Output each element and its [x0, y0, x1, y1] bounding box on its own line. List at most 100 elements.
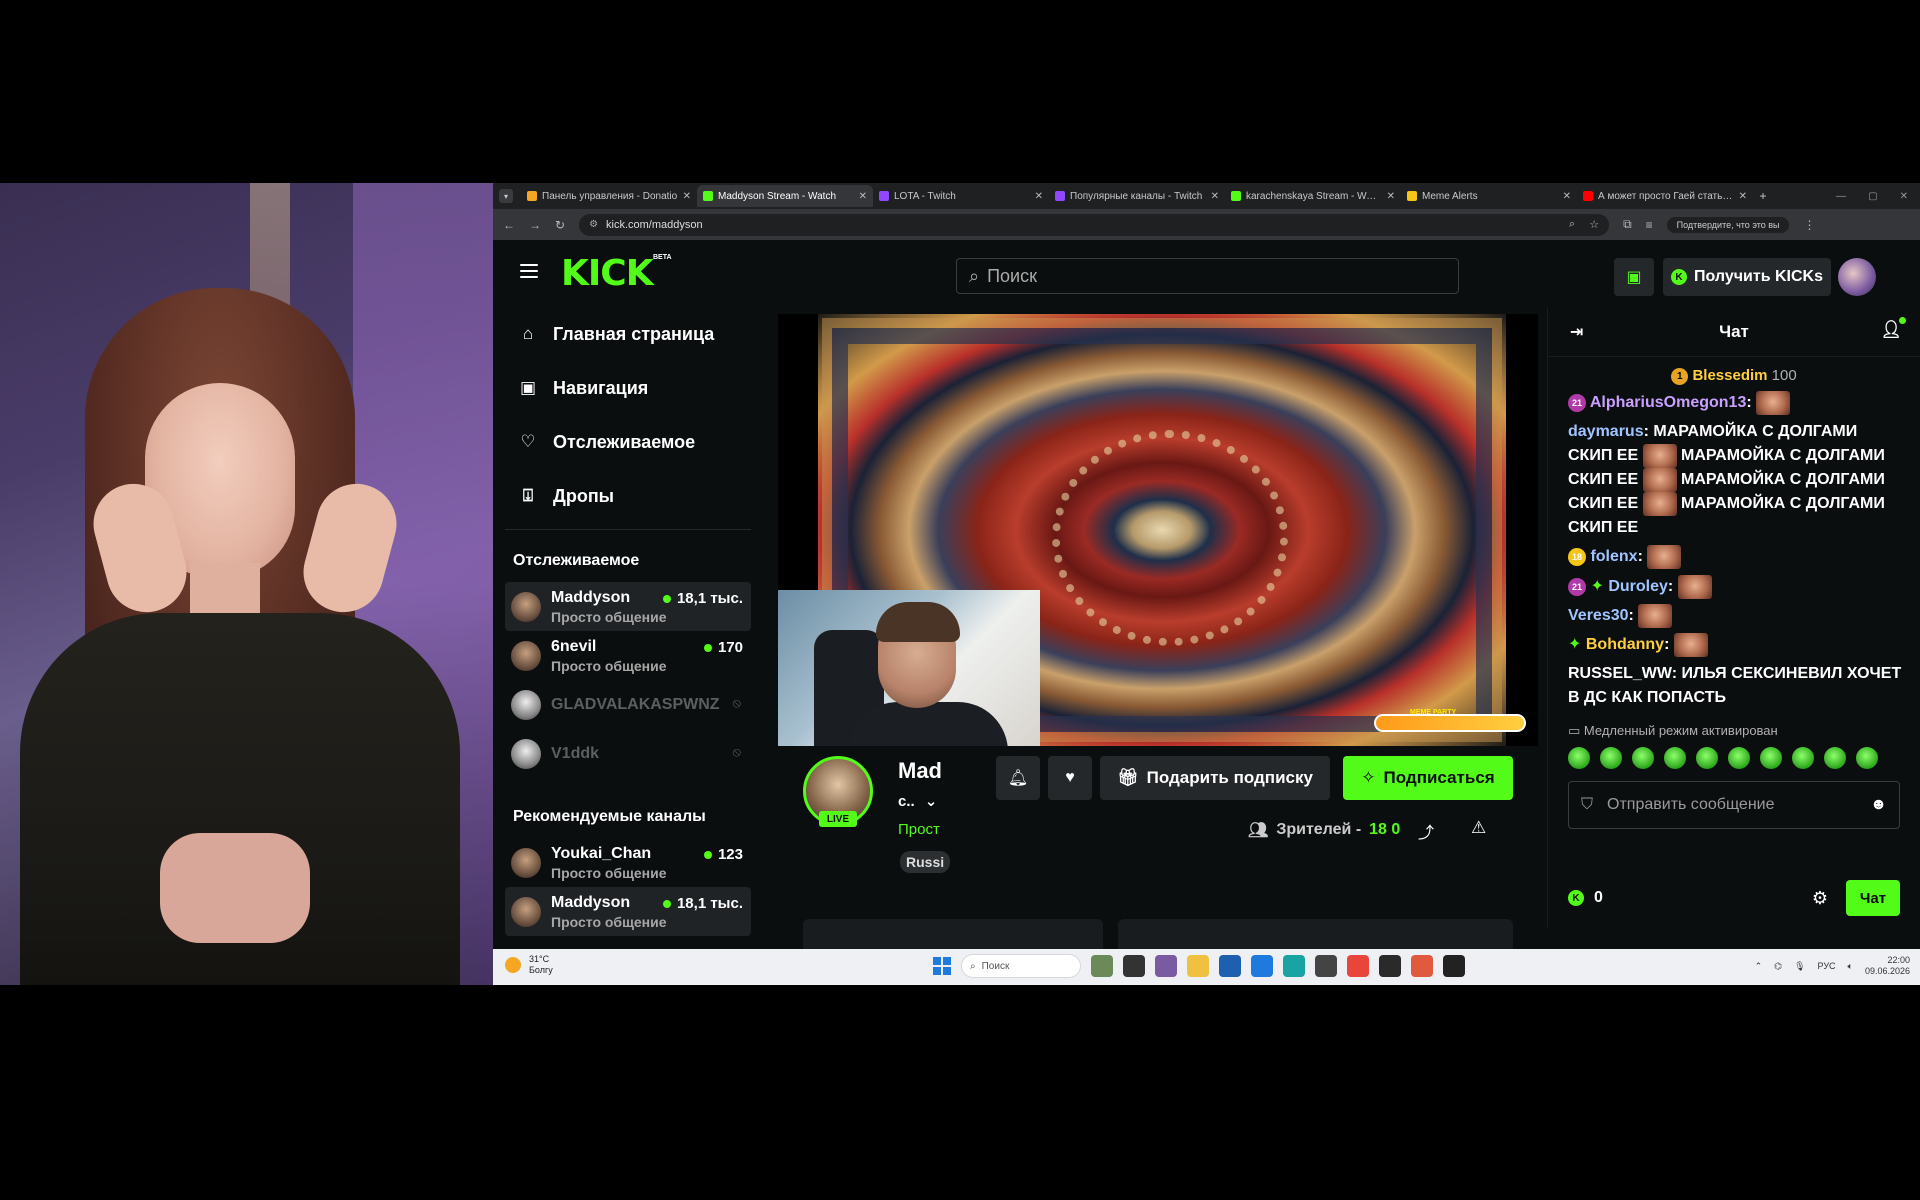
browser-tab[interactable]: karachenskaya Stream - Watch ✕: [1225, 185, 1401, 207]
new-tab-button[interactable]: +: [1753, 189, 1773, 203]
quick-emote-icon[interactable]: [1760, 747, 1782, 770]
url-field[interactable]: ⚙ kick.com/maddyson ⌕ ☆: [579, 213, 1610, 236]
quick-emote-icon[interactable]: [1728, 747, 1750, 770]
tab-close-icon[interactable]: ✕: [1387, 191, 1395, 202]
explorer-app-icon[interactable]: [1187, 955, 1209, 977]
quick-emote-icon[interactable]: [1856, 747, 1878, 770]
outlook-app-icon[interactable]: [1251, 955, 1273, 977]
kick-logo[interactable]: KICK: [561, 256, 654, 292]
extensions-icon[interactable]: ⧉: [1623, 217, 1632, 232]
get-kicks-button[interactable]: K Получить KICKs: [1663, 258, 1831, 296]
chat-username[interactable]: AlphariusOmegon13: [1590, 394, 1746, 411]
chevron-down-icon[interactable]: ⌄: [925, 792, 938, 810]
clock[interactable]: 22:00 09.06.2026: [1865, 955, 1910, 977]
sidebar-nav-item[interactable]: ⍗ Дропы: [518, 469, 763, 523]
bookmark-icon[interactable]: ☆: [1589, 218, 1599, 231]
gear-icon[interactable]: ⚙: [1812, 888, 1828, 909]
notifications-button[interactable]: 🔔︎: [996, 756, 1040, 800]
tab-close-icon[interactable]: ✕: [683, 191, 691, 202]
pinned-user[interactable]: Blessedim: [1692, 367, 1767, 384]
back-icon[interactable]: ←: [503, 218, 515, 232]
quick-emote-icon[interactable]: [1824, 747, 1846, 770]
sidebar-channel[interactable]: Youkai_Chan Просто общение 123: [505, 838, 751, 887]
chat-username[interactable]: folenx: [1590, 549, 1637, 566]
network-icon[interactable]: ⌬: [1774, 961, 1782, 972]
reload-icon[interactable]: ↻: [555, 218, 565, 232]
collapse-chat-icon[interactable]: ⇥: [1570, 322, 1583, 342]
close-icon[interactable]: ✕: [1900, 191, 1908, 202]
chat-input[interactable]: ⛉ Отправить сообщение ☻: [1568, 781, 1900, 830]
browser-tab[interactable]: А может просто Гаей стать? ... ✕: [1577, 185, 1753, 207]
site-info-icon[interactable]: ⚙: [589, 219, 598, 230]
tab-close-icon[interactable]: ✕: [859, 191, 867, 202]
minimize-icon[interactable]: —: [1836, 191, 1846, 202]
sidebar-channel[interactable]: Maddyson Просто общение 18,1 тыс.: [505, 582, 751, 631]
taskbar-search[interactable]: ⌕ Поиск: [961, 954, 1081, 978]
chat-username[interactable]: Bohdanny: [1586, 636, 1664, 653]
emoji-icon[interactable]: ☻: [1870, 796, 1887, 814]
task-view-icon[interactable]: [1123, 955, 1145, 977]
tab-close-icon[interactable]: ✕: [1563, 191, 1571, 202]
chrome-app-icon[interactable]: [1347, 955, 1369, 977]
quick-emote-icon[interactable]: [1696, 747, 1718, 770]
send-chat-button[interactable]: Чат: [1846, 880, 1900, 916]
store-app-icon[interactable]: [1219, 955, 1241, 977]
browser-tab[interactable]: Панель управления - Donatio ✕: [521, 185, 697, 207]
browser-tab[interactable]: Meme Alerts ✕: [1401, 185, 1577, 207]
zoom-icon[interactable]: ⌕: [1569, 218, 1575, 231]
stream-tag[interactable]: Russi: [900, 851, 951, 873]
chat-username[interactable]: daymarus: [1568, 423, 1644, 440]
hamburger-icon[interactable]: [520, 264, 538, 278]
sidebar-channel[interactable]: V1ddk ⦸: [505, 729, 751, 778]
browser-tab[interactable]: Популярные каналы - Twitch ✕: [1049, 185, 1225, 207]
gift-sub-button[interactable]: 🎁︎ Подарить подписку: [1100, 756, 1330, 800]
mic-icon[interactable]: 🎙︎: [1794, 961, 1805, 972]
edge-app-icon[interactable]: [1283, 955, 1305, 977]
language-indicator[interactable]: РУС: [1818, 961, 1836, 971]
menu-icon[interactable]: ⋮: [1803, 218, 1815, 232]
terminal-app-icon[interactable]: [1443, 955, 1465, 977]
obs-app-icon[interactable]: [1379, 955, 1401, 977]
tab-close-icon[interactable]: ✕: [1739, 191, 1747, 202]
browser-tab[interactable]: Maddyson Stream - Watch ✕: [697, 185, 873, 207]
user-avatar[interactable]: [1838, 258, 1876, 296]
shield-app-icon[interactable]: [1315, 955, 1337, 977]
chat-users-icon[interactable]: 👤︎: [1880, 317, 1906, 340]
widgets-app-icon[interactable]: [1091, 955, 1113, 977]
chat-username[interactable]: Duroley: [1608, 578, 1668, 595]
weather-widget[interactable]: 31°C Болгу: [505, 954, 553, 976]
subscribe-button[interactable]: ✧ Подписаться: [1343, 756, 1513, 800]
tab-close-icon[interactable]: ✕: [1211, 191, 1219, 202]
volume-icon[interactable]: 🔈︎: [1848, 961, 1853, 972]
rewards-button[interactable]: ▣: [1614, 258, 1654, 296]
quick-emote-icon[interactable]: [1600, 747, 1622, 770]
maximize-icon[interactable]: ▢: [1868, 191, 1877, 202]
browser-app-icon[interactable]: [1411, 955, 1433, 977]
share-icon[interactable]: ⤴: [1418, 819, 1434, 843]
teams-app-icon[interactable]: [1155, 955, 1177, 977]
sidebar-channel[interactable]: Maddyson Просто общение 18,1 тыс.: [505, 887, 751, 936]
quick-emote-icon[interactable]: [1568, 747, 1590, 770]
quick-emote-icon[interactable]: [1792, 747, 1814, 770]
sidebar-nav-item[interactable]: ▣ Навигация: [518, 361, 763, 415]
quick-emote-icon[interactable]: [1632, 747, 1654, 770]
start-icon[interactable]: [933, 957, 951, 975]
sidebar-nav-item[interactable]: ♡ Отслеживаемое: [518, 415, 763, 469]
chat-username[interactable]: Veres30: [1568, 607, 1629, 624]
follow-button[interactable]: ♥: [1048, 756, 1092, 800]
media-icon[interactable]: ≡: [1646, 218, 1653, 232]
tray-chevron-icon[interactable]: ⌃: [1755, 961, 1763, 972]
profile-chip[interactable]: Подтвердите, что это вы: [1666, 216, 1790, 233]
streamer-name[interactable]: Mad: [898, 758, 942, 784]
chat-username[interactable]: RUSSEL_WW: [1568, 665, 1672, 682]
browser-tab[interactable]: LOTA - Twitch ✕: [873, 185, 1049, 207]
report-icon[interactable]: ⚠: [1471, 818, 1486, 838]
quick-emote-icon[interactable]: [1664, 747, 1686, 770]
search-input[interactable]: ⌕ Поиск: [956, 258, 1459, 294]
tab-close-icon[interactable]: ✕: [1035, 191, 1043, 202]
kicks-balance[interactable]: K 0: [1568, 889, 1603, 907]
video-player[interactable]: MEME PARTY: [778, 314, 1538, 746]
tab-search-menu[interactable]: ▾: [499, 189, 513, 203]
sidebar-channel[interactable]: GLADVALAKASPWNZ ⦸: [505, 680, 751, 729]
stream-category[interactable]: Прост: [898, 821, 940, 838]
